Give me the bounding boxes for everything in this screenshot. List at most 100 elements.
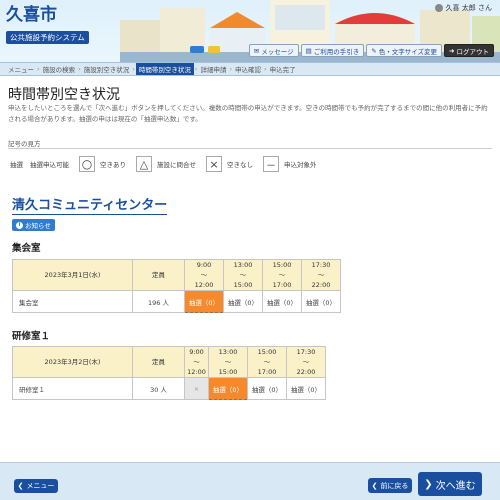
legend-item-excluded: － 申込対象外 [263, 156, 317, 172]
timeslot-header: 13:00 ～ 15:00 [223, 259, 263, 291]
slot-start: 15:00 [257, 348, 277, 356]
crumb-complete: 申込完了 [269, 66, 296, 74]
crumb-facility-availability[interactable]: 施設別空き状況 [82, 64, 132, 74]
message-label: メッセージ [261, 47, 294, 56]
availability-table: 2023年3月1日(水) 定員 9:00 ～ 12:00 13:00 ～ 15:00 1… [12, 259, 341, 313]
slot-cell-selected[interactable]: 抽選（0） [184, 290, 224, 313]
timeslot-header: 15:00 ～ 17:00 [247, 346, 287, 378]
timeslot-header: 13:00 ～ 15:00 [208, 346, 248, 378]
lottery-symbol: 抽選 [8, 156, 25, 172]
capacity-cell: 196 人 [132, 290, 185, 313]
legend-item-available: ○ 空きあり [79, 156, 126, 172]
legend-item-inquire: △ 施設に問合せ [136, 156, 196, 172]
slot-cell-selected[interactable]: 抽選（0） [208, 377, 248, 400]
crumb-facility-search[interactable]: 施設の検索 [41, 64, 78, 74]
instructions: 申込をしたいところを選んで「次へ進む」ボタンを押してください。複数の時間帯の申込… [8, 104, 488, 123]
slot-end: 22:00 [311, 281, 331, 289]
slot-tilde: ～ [302, 358, 310, 366]
logout-icon: ➜ [449, 46, 455, 55]
legend-text: 空きあり [100, 161, 126, 169]
slot-end: 17:00 [257, 368, 277, 376]
city-logo[interactable]: 久喜市 公共施設予約システム [6, 5, 89, 44]
footer-bar: ❮ メニュー ❮ 前に戻る ❯ 次へ進む [0, 462, 500, 500]
slot-end: 22:00 [296, 368, 316, 376]
legend: 抽選 抽選申込可能 ○ 空きあり △ 施設に問合せ × 空きなし － 申込対象外 [8, 156, 327, 172]
breadcrumb: メニュー › 施設の検索 › 施設別空き状況 › 時間帯別空き状況 › 詳細申請 › 申込… [0, 62, 500, 76]
system-name: 公共施設予約システム [6, 31, 89, 44]
site-header: 久喜市 公共施設予約システム 久喜 太郎 さん ✉ メッセージ ▤ ご利用の手引き … [0, 0, 500, 62]
display-settings-button[interactable]: ✎ 色・文字サイズ変更 [366, 44, 443, 57]
slot-tilde: ～ [317, 271, 325, 279]
header-buttons: ✉ メッセージ ▤ ご利用の手引き ✎ 色・文字サイズ変更 ➜ ログアウト [248, 44, 494, 57]
chevron-left-icon: ❮ [371, 481, 378, 490]
slot-end: 12:00 [194, 281, 214, 289]
slot-cell-lottery[interactable]: 抽選（0） [286, 377, 326, 400]
slot-tilde: ～ [224, 358, 232, 366]
chevron-left-icon: ❮ [17, 482, 24, 490]
slot-start: 17:30 [311, 261, 331, 269]
legend-heading: 記号の見方 [8, 140, 41, 148]
slot-cell-full: × [184, 377, 209, 400]
room-name-cell: 研修室１ [12, 377, 133, 400]
divider [8, 148, 492, 149]
slot-end: 15:00 [218, 368, 238, 376]
message-button[interactable]: ✉ メッセージ [248, 44, 299, 57]
back-label: 前に戻る [380, 481, 409, 490]
menu-button[interactable]: ❮ メニュー [14, 479, 58, 493]
slot-cell-lottery[interactable]: 抽選（0） [301, 290, 341, 313]
legend-item-lottery: 抽選 抽選申込可能 [8, 156, 69, 172]
slot-cell-lottery[interactable]: 抽選（0） [223, 290, 263, 313]
guide-label: ご利用の手引き [313, 47, 360, 56]
back-button[interactable]: ❮ 前に戻る [368, 478, 412, 493]
timeslot-header: 9:00 ～ 12:00 [184, 346, 209, 378]
room-title: 研修室１ [12, 331, 51, 342]
legend-item-full: × 空きなし [206, 156, 253, 172]
info-icon: i [16, 221, 23, 229]
display-settings-label: 色・文字サイズ変更 [378, 47, 438, 56]
user-info: 久喜 太郎 さん [434, 3, 492, 13]
slot-cell-lottery[interactable]: 抽選（0） [247, 377, 287, 400]
slot-tilde: ～ [278, 271, 286, 279]
slot-end: 12:00 [187, 368, 206, 376]
crumb-menu[interactable]: メニュー [6, 64, 36, 74]
legend-text: 空きなし [227, 161, 253, 169]
timeslot-header: 17:30 ～ 22:00 [286, 346, 326, 378]
guide-button[interactable]: ▤ ご利用の手引き [300, 44, 365, 57]
cross-icon: × [206, 156, 222, 172]
crumb-timeslot-availability: 時間帯別空き状況 [135, 63, 194, 75]
dash-icon: － [263, 156, 279, 172]
legend-text: 申込対象外 [284, 161, 317, 169]
slot-start: 13:00 [233, 261, 253, 269]
capacity-cell: 30 人 [132, 377, 185, 400]
slot-start: 13:00 [218, 348, 238, 356]
crumb-confirm: 申込確認 [235, 66, 262, 74]
notice-button[interactable]: i お知らせ [12, 219, 55, 231]
page-title: 時間帯別空き状況 [8, 87, 120, 103]
message-icon: ✉ [253, 46, 260, 55]
chevron-right-icon: ❯ [424, 478, 433, 490]
triangle-icon: △ [136, 156, 152, 172]
date-header: 2023年3月2日(木) [12, 346, 133, 378]
city-name: 久喜市 [6, 5, 57, 25]
room-name-cell: 集会室 [12, 290, 133, 313]
date-header: 2023年3月1日(水) [12, 259, 133, 291]
slot-tilde: ～ [263, 358, 271, 366]
slot-tilde: ～ [200, 271, 208, 279]
facility-name: 清久コミュニティセンター [12, 194, 168, 215]
logout-button[interactable]: ➜ ログアウト [444, 44, 494, 57]
table-row: 研修室１ 30 人 × 抽選（0） 抽選（0） 抽選（0） [12, 377, 326, 400]
capacity-header: 定員 [132, 259, 185, 291]
availability-table: 2023年3月2日(木) 定員 9:00 ～ 12:00 13:00 ～ 15:00 1… [12, 346, 326, 400]
slot-cell-lottery[interactable]: 抽選（0） [262, 290, 302, 313]
capacity-header: 定員 [132, 346, 185, 378]
guide-icon: ▤ [305, 46, 312, 55]
logout-label: ログアウト [456, 47, 490, 56]
table-header-row: 2023年3月2日(木) 定員 9:00 ～ 12:00 13:00 ～ 15:00 1… [12, 346, 326, 378]
user-icon [434, 4, 443, 12]
menu-label: メニュー [26, 482, 55, 490]
slot-start: 9:00 [196, 261, 212, 269]
legend-text: 施設に問合せ [157, 161, 196, 169]
next-button[interactable]: ❯ 次へ進む [418, 472, 482, 496]
table-header-row: 2023年3月1日(水) 定員 9:00 ～ 12:00 13:00 ～ 15:00 1… [12, 259, 341, 291]
circle-icon: ○ [79, 156, 95, 172]
